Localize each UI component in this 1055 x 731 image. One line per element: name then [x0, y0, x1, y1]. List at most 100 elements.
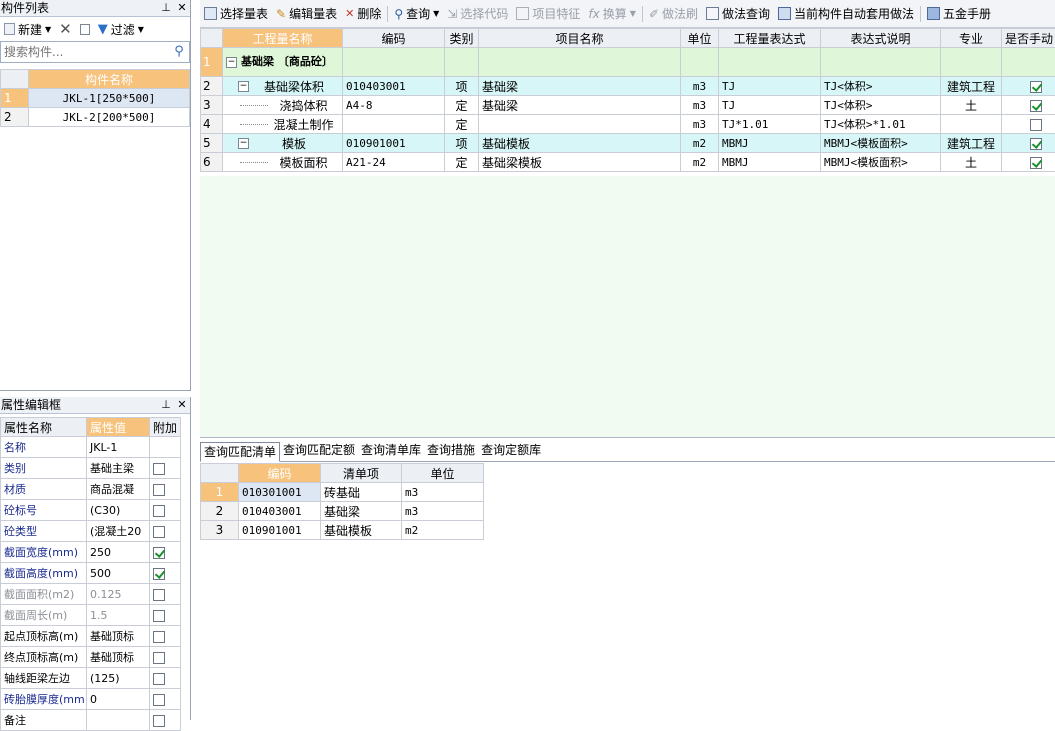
- manual-checkbox[interactable]: [1030, 81, 1042, 93]
- property-value[interactable]: 基础主梁: [87, 458, 150, 479]
- table-row[interactable]: 2−基础梁体积010403001项基础梁m3TJTJ<体积>建筑工程: [201, 77, 1055, 96]
- property-row[interactable]: 截面宽度(mm)250: [1, 542, 181, 563]
- col-item-name[interactable]: 项目名称: [479, 29, 681, 48]
- cell-unit[interactable]: m3: [681, 96, 719, 115]
- cell-expression[interactable]: TJ*1.01: [719, 115, 821, 134]
- cell-code[interactable]: 010901001: [343, 134, 445, 153]
- cell-item-name[interactable]: [479, 48, 681, 77]
- filter-button[interactable]: ▼ 过滤 ▼: [94, 17, 148, 41]
- cell-expression-desc[interactable]: MBMJ<模板面积>: [821, 153, 941, 172]
- cell-bill-code[interactable]: 010301001: [239, 483, 321, 502]
- col-type[interactable]: 类别: [445, 29, 479, 48]
- item-feature-button[interactable]: 项目特征: [512, 0, 584, 27]
- cell-quantity-name[interactable]: 模板面积: [223, 153, 343, 172]
- cell-bill-unit[interactable]: m3: [402, 502, 484, 521]
- manual-checkbox[interactable]: [1030, 100, 1042, 112]
- cell-expression-desc[interactable]: [821, 48, 941, 77]
- cell-item-name[interactable]: [479, 115, 681, 134]
- property-row[interactable]: 砖胎膜厚度(mm0: [1, 689, 181, 710]
- cell-item-name[interactable]: 基础模板: [479, 134, 681, 153]
- cell-code[interactable]: A21-24: [343, 153, 445, 172]
- extra-checkbox[interactable]: [153, 505, 165, 517]
- tab-4[interactable]: 查询措施: [424, 441, 478, 461]
- cell-quantity-name[interactable]: −基础梁 〔商品砼〕: [223, 48, 343, 77]
- col-manual[interactable]: 是否手动: [1002, 29, 1055, 48]
- cell-expression[interactable]: TJ: [719, 96, 821, 115]
- convert-button[interactable]: fx换算▼: [584, 0, 640, 27]
- property-value[interactable]: [87, 710, 150, 731]
- cell-code[interactable]: 010403001: [343, 77, 445, 96]
- property-row[interactable]: 砼类型(混凝土20: [1, 521, 181, 542]
- method-query-button[interactable]: 做法查询: [702, 0, 774, 27]
- cell-type[interactable]: 项: [445, 77, 479, 96]
- cell-expression-desc[interactable]: TJ<体积>: [821, 96, 941, 115]
- property-row[interactable]: 名称JKL-1: [1, 437, 181, 458]
- list-item[interactable]: 2 JKL-2[200*500]: [1, 108, 190, 127]
- pin-icon[interactable]: ⊥: [158, 0, 174, 16]
- search-input[interactable]: [1, 42, 169, 62]
- new-button[interactable]: 新建 ▼: [0, 17, 55, 41]
- extra-checkbox[interactable]: [153, 673, 165, 685]
- cell-major[interactable]: [941, 48, 1002, 77]
- col-code[interactable]: 编码: [343, 29, 445, 48]
- col-major[interactable]: 专业: [941, 29, 1002, 48]
- col-expression-desc[interactable]: 表达式说明: [821, 29, 941, 48]
- auto-apply-button[interactable]: 当前构件自动套用做法: [774, 0, 918, 27]
- cell-unit[interactable]: m3: [681, 77, 719, 96]
- cell-major[interactable]: 建筑工程: [941, 134, 1002, 153]
- col-bill-item[interactable]: 清单项: [321, 464, 402, 483]
- table-row[interactable]: 1−基础梁 〔商品砼〕: [201, 48, 1055, 77]
- extra-checkbox[interactable]: [153, 484, 165, 496]
- property-value[interactable]: (C30): [87, 500, 150, 521]
- property-value[interactable]: 0: [87, 689, 150, 710]
- select-quantity-button[interactable]: 选择量表: [200, 0, 272, 27]
- col-expression[interactable]: 工程量表达式: [719, 29, 821, 48]
- query-button[interactable]: ⚲查询▼: [390, 0, 443, 27]
- cell-bill-code[interactable]: 010403001: [239, 502, 321, 521]
- method-brush-button[interactable]: ✐做法刷: [645, 0, 702, 27]
- property-value[interactable]: 基础顶标: [87, 647, 150, 668]
- extra-checkbox[interactable]: [153, 589, 165, 601]
- col-bill-unit[interactable]: 单位: [402, 464, 484, 483]
- table-row[interactable]: 4混凝土制作定m3TJ*1.01TJ<体积>*1.01: [201, 115, 1055, 134]
- property-value[interactable]: 500: [87, 563, 150, 584]
- cell-bill-item[interactable]: 砖基础: [321, 483, 402, 502]
- property-value[interactable]: 基础顶标: [87, 626, 150, 647]
- cell-expression[interactable]: TJ: [719, 77, 821, 96]
- extra-checkbox[interactable]: [153, 694, 165, 706]
- extra-checkbox[interactable]: [153, 547, 165, 559]
- cell-expression[interactable]: MBMJ: [719, 134, 821, 153]
- cell-unit[interactable]: m2: [681, 134, 719, 153]
- cell-major[interactable]: 土: [941, 153, 1002, 172]
- cell-item-name[interactable]: 基础梁: [479, 96, 681, 115]
- property-value[interactable]: 250: [87, 542, 150, 563]
- close-icon[interactable]: ✕: [174, 0, 190, 16]
- manual-checkbox[interactable]: [1030, 119, 1042, 131]
- col-unit[interactable]: 单位: [681, 29, 719, 48]
- cell-bill-unit[interactable]: m2: [402, 521, 484, 540]
- cell-expression[interactable]: MBMJ: [719, 153, 821, 172]
- property-value[interactable]: 商品混凝: [87, 479, 150, 500]
- cell-expression-desc[interactable]: TJ<体积>: [821, 77, 941, 96]
- col-quantity-name[interactable]: 工程量名称: [223, 29, 343, 48]
- property-value[interactable]: 0.125: [87, 584, 150, 605]
- extra-checkbox[interactable]: [153, 631, 165, 643]
- property-row[interactable]: 终点顶标高(m)基础顶标: [1, 647, 181, 668]
- manual-checkbox[interactable]: [1030, 138, 1042, 150]
- cell-item-name[interactable]: 基础梁模板: [479, 153, 681, 172]
- tab-5[interactable]: 查询定额库: [478, 441, 544, 461]
- cell-expression[interactable]: [719, 48, 821, 77]
- collapse-icon[interactable]: −: [238, 81, 249, 92]
- property-row[interactable]: 类别基础主梁: [1, 458, 181, 479]
- edit-quantity-button[interactable]: ✎编辑量表: [272, 0, 341, 27]
- cell-item-name[interactable]: 基础梁: [479, 77, 681, 96]
- copy-component-button[interactable]: [76, 17, 94, 41]
- cell-code[interactable]: [343, 115, 445, 134]
- cell-bill-unit[interactable]: m3: [402, 483, 484, 502]
- cell-type[interactable]: 项: [445, 134, 479, 153]
- hardware-manual-button[interactable]: 五金手册: [923, 0, 995, 27]
- property-row[interactable]: 备注: [1, 710, 181, 731]
- cell-unit[interactable]: m2: [681, 153, 719, 172]
- close-icon[interactable]: ✕: [174, 397, 190, 413]
- cell-unit[interactable]: m3: [681, 115, 719, 134]
